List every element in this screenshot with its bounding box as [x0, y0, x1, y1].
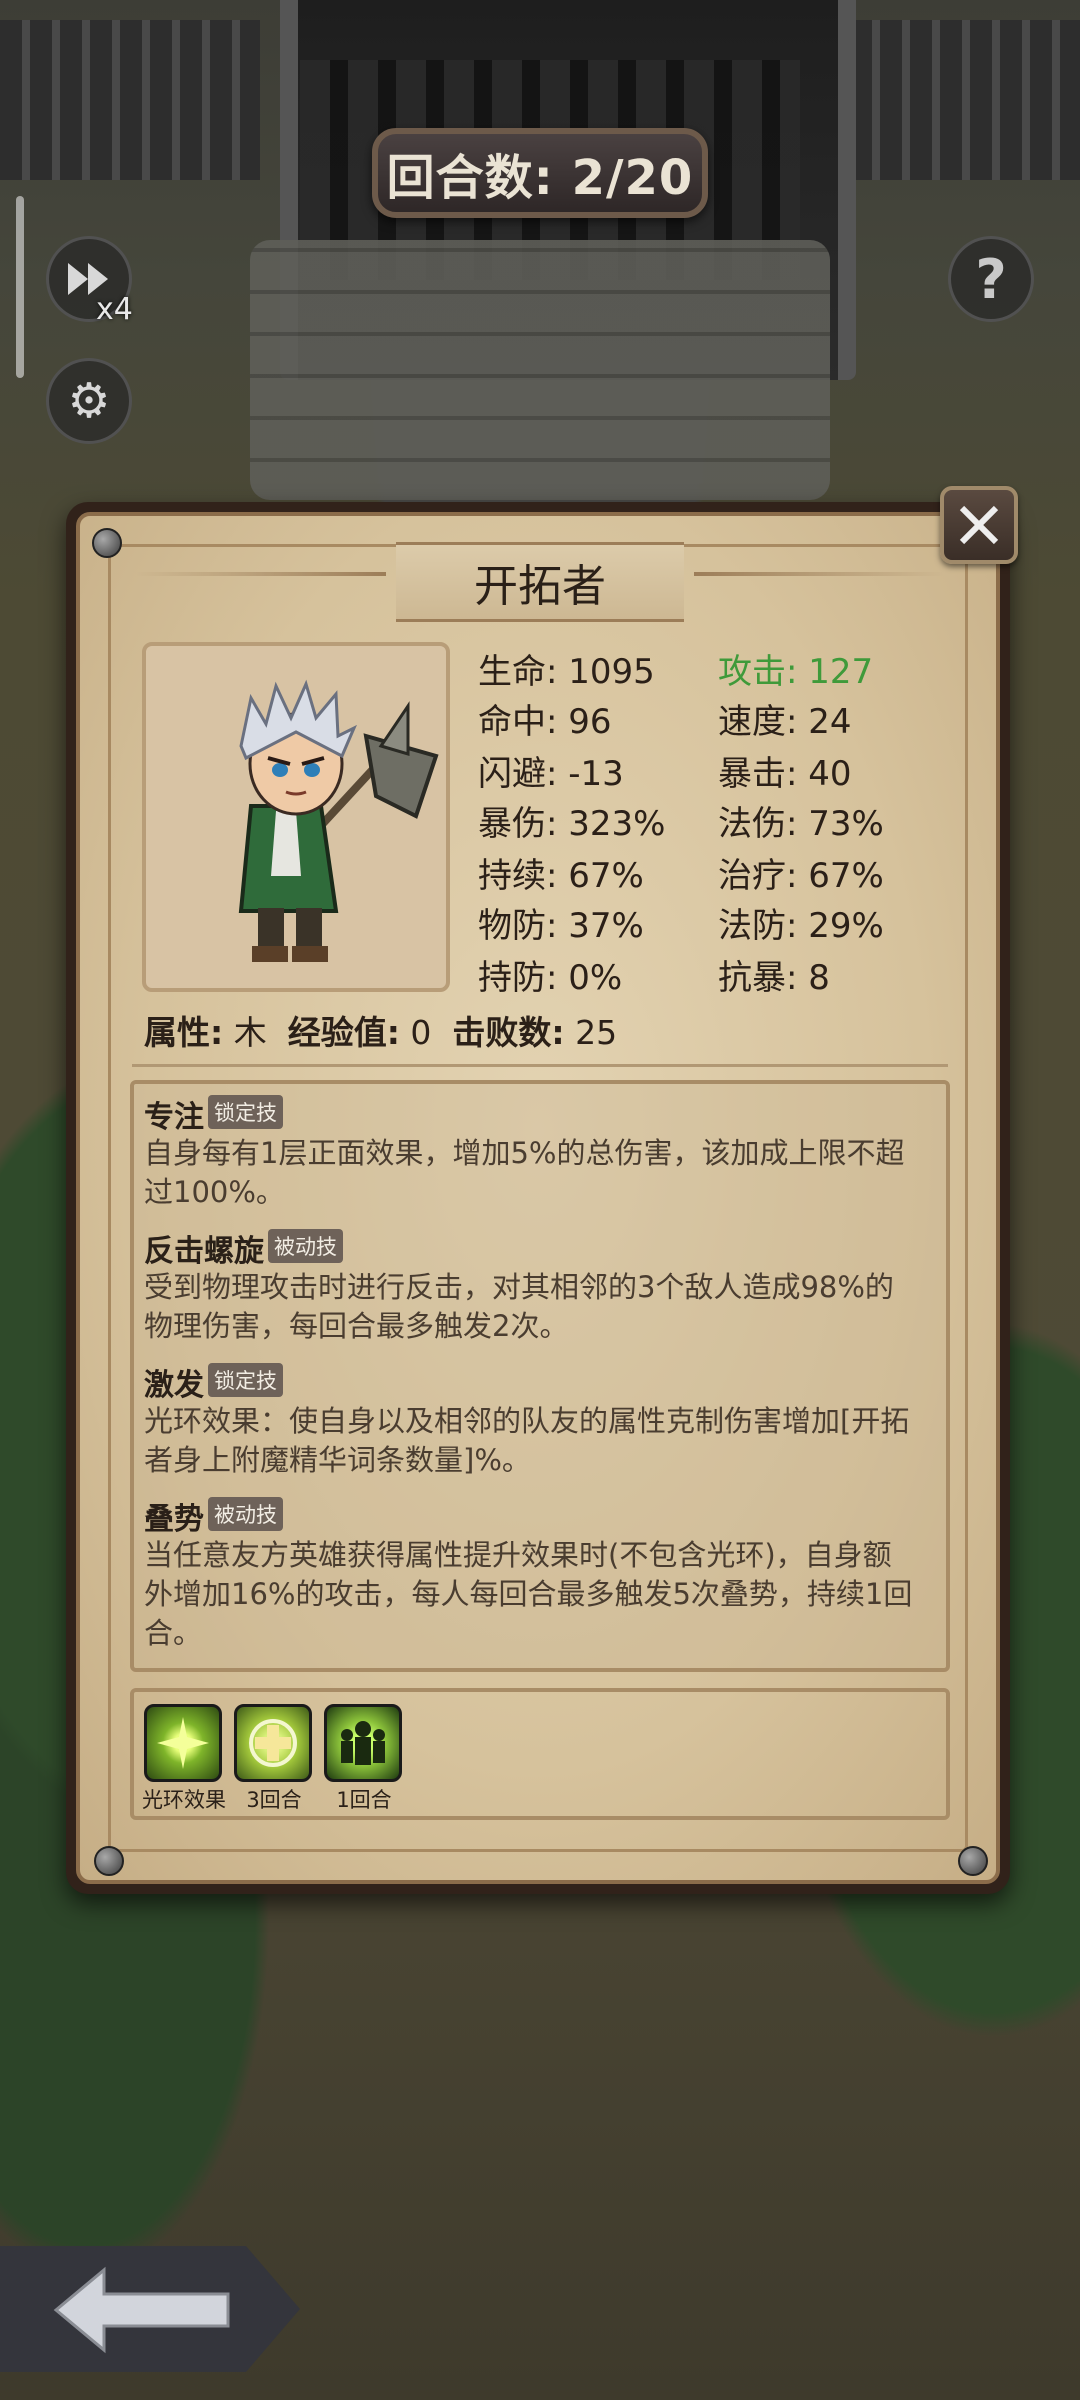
hero-sprite [238, 679, 439, 962]
figures-icon [341, 1721, 385, 1765]
stat-magic-defense: 法防: 29% [718, 906, 884, 946]
hero-portrait [142, 642, 450, 992]
round-counter: 回合数: 2/20 [372, 128, 708, 218]
skill-name: 反击螺旋 [144, 1234, 264, 1269]
crossed-swords-icon [959, 505, 999, 545]
section-divider [132, 1064, 948, 1067]
stat-dot-defense: 持防: 0% [478, 958, 623, 998]
fence-left [0, 20, 260, 180]
stat-duration: 持续: 67% [478, 856, 644, 896]
gear-icon: ⚙ [67, 373, 111, 429]
skill-description: 受到物理攻击时进行反击，对其相邻的3个敌人造成98%的 物理伤害，每回合最多触发… [144, 1270, 894, 1343]
stat-hp: 生命: 1095 [478, 652, 655, 692]
skill-description: 光环效果：使自身以及相邻的队友的属性克制伤害增加[开拓 者身上附魔精华词条数量]… [144, 1404, 910, 1477]
skill-name: 专注 [144, 1100, 204, 1135]
buff-team[interactable] [324, 1704, 402, 1782]
hero-name: 开拓者 [396, 542, 684, 622]
skill-tag: 锁定技 [208, 1363, 283, 1397]
settings-button[interactable]: ⚙ [46, 358, 132, 444]
stat-crit-resist: 抗暴: 8 [718, 958, 830, 998]
kills-key: 击败数: [452, 1013, 565, 1052]
buff-label: 1回合 [336, 1788, 392, 1812]
skill-tag: 被动技 [268, 1229, 343, 1263]
stat-speed: 速度: 24 [718, 702, 852, 742]
stat-crit-damage: 暴伤: 323% [478, 804, 666, 844]
rivet-icon [94, 1846, 124, 1876]
side-scroll-indicator [16, 196, 24, 378]
skill-description: 自身每有1层正面效果，增加5%的总伤害，该加成上限不超 过100%。 [144, 1136, 905, 1209]
exp-value: 0 [410, 1013, 432, 1052]
stat-physical-defense: 物防: 37% [478, 906, 644, 946]
speed-multiplier: x4 [96, 292, 133, 327]
question-icon: ? [975, 247, 1007, 311]
stat-attack: 攻击: 127 [718, 652, 874, 692]
rivet-icon [92, 528, 122, 558]
hero-info-line: 属性: 木 经验值: 0 击败数: 25 [144, 1006, 617, 1054]
buff-label: 光环效果 [142, 1788, 226, 1812]
exp-key: 经验值: [287, 1013, 400, 1052]
skill-description: 当任意友方英雄获得属性提升效果时(不包含光环)，自身额 外增加16%的攻击，每人… [144, 1538, 913, 1650]
attribute-value: 木 [233, 1013, 267, 1052]
stone-path [250, 240, 830, 500]
skill-tag: 被动技 [208, 1497, 283, 1531]
cross-shield-icon [249, 1719, 297, 1767]
stat-magic-damage: 法伤: 73% [718, 804, 884, 844]
stat-dodge: 闪避: -13 [478, 754, 624, 794]
buff-aura[interactable] [144, 1704, 222, 1782]
title-flourish-right [694, 572, 944, 576]
stat-heal: 治疗: 67% [718, 856, 884, 896]
skill-name: 叠势 [144, 1502, 204, 1537]
buff-label: 3回合 [246, 1788, 302, 1812]
buff-shield[interactable] [234, 1704, 312, 1782]
close-button[interactable] [940, 486, 1018, 564]
title-flourish-left [136, 572, 386, 576]
stat-crit: 暴击: 40 [718, 754, 852, 794]
back-arrow-icon [52, 2262, 232, 2358]
stat-hit: 命中: 96 [478, 702, 612, 742]
skill-name: 激发 [144, 1368, 204, 1403]
fence-right [820, 20, 1080, 180]
help-button[interactable]: ? [948, 236, 1034, 322]
kills-value: 25 [575, 1013, 618, 1052]
skill-tag: 锁定技 [208, 1095, 283, 1129]
aura-burst-icon [157, 1717, 209, 1769]
rivet-icon [958, 1846, 988, 1876]
attribute-key: 属性: [144, 1013, 224, 1052]
